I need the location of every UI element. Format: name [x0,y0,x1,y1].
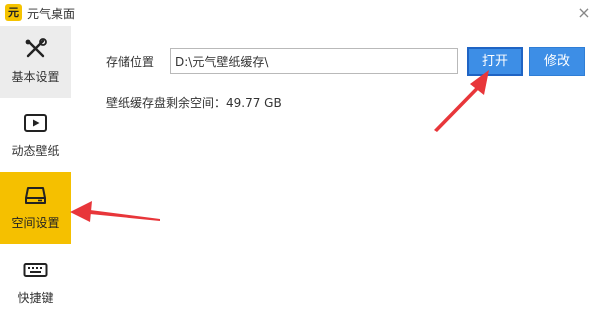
sidebar-item-shortcuts[interactable]: 快捷键 [0,247,71,319]
storage-location-label: 存储位置 [106,55,155,69]
open-button[interactable]: 打开 [467,47,523,76]
annotation-arrow-to-open-button [434,70,489,132]
annotation-arrow-to-space-settings [70,201,160,222]
sidebar-item-label: 动态壁纸 [11,144,60,158]
sidebar-item-live-wallpaper[interactable]: 动态壁纸 [0,100,71,172]
sidebar-item-label: 空间设置 [11,216,60,230]
sidebar-item-label: 基本设置 [11,70,60,84]
storage-path-input[interactable] [170,48,458,74]
app-logo-icon: 元 [5,4,22,21]
free-space-text: 壁纸缓存盘剩余空间：49.77 GB [106,96,282,110]
sidebar-item-space-settings[interactable]: 空间设置 [0,172,71,244]
play-icon [24,114,47,132]
close-button[interactable]: × [574,3,594,23]
sidebar-item-basic-settings[interactable]: 基本设置 [0,26,71,98]
drive-icon [25,187,46,204]
sidebar-item-label: 快捷键 [17,291,54,305]
window-title: 元气桌面 [27,7,76,21]
title-bar: 元 元气桌面 × [0,0,599,26]
modify-button[interactable]: 修改 [529,47,585,76]
tools-icon [25,38,47,58]
keyboard-icon [23,263,48,277]
